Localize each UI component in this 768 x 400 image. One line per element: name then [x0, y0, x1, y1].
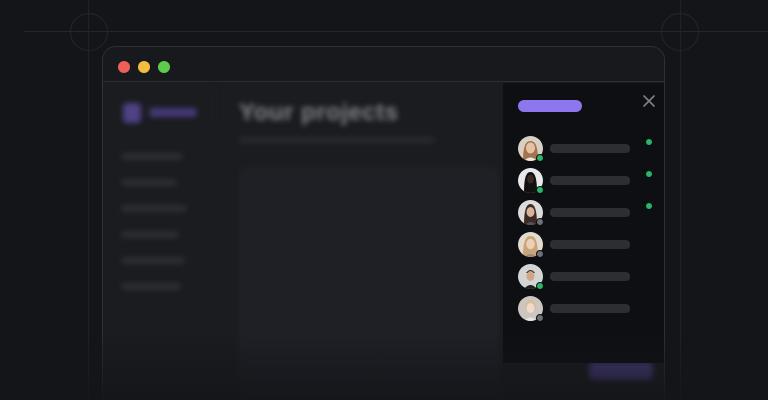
user-name	[550, 176, 630, 185]
bottom-fade	[0, 330, 768, 400]
sidebar-item	[121, 153, 183, 160]
stage: Your projects	[0, 0, 768, 400]
window-titlebar	[103, 47, 664, 82]
window-maximize-button[interactable]	[158, 61, 170, 73]
online-status-indicator	[536, 154, 544, 162]
logo-icon	[123, 103, 141, 123]
page-subtitle	[239, 137, 435, 143]
guide-circle-left	[70, 13, 108, 51]
sidebar-item	[121, 257, 185, 264]
online-status-indicator	[536, 282, 544, 290]
window-close-button[interactable]	[118, 61, 130, 73]
presence-indicator	[646, 203, 652, 209]
users-panel-title	[518, 100, 582, 112]
users-panel	[503, 83, 664, 363]
offline-status-indicator	[536, 250, 544, 258]
presence-indicator	[646, 171, 652, 177]
user-row[interactable]	[518, 264, 658, 290]
online-status-indicator	[536, 186, 544, 194]
offline-status-indicator	[536, 218, 544, 226]
user-row[interactable]	[518, 168, 658, 194]
user-row[interactable]	[518, 200, 658, 226]
logo-wordmark	[149, 108, 197, 117]
user-row[interactable]	[518, 136, 658, 162]
user-name	[550, 272, 630, 281]
sidebar-item	[121, 205, 187, 212]
presence-indicator	[646, 139, 652, 145]
user-name	[550, 144, 630, 153]
guide-circle-right	[661, 13, 699, 51]
sidebar-item	[121, 231, 179, 238]
guide-line-horizontal	[24, 31, 768, 32]
user-name	[550, 240, 630, 249]
user-row[interactable]	[518, 232, 658, 258]
sidebar-item	[121, 283, 181, 290]
user-name	[550, 304, 630, 313]
user-row[interactable]	[518, 296, 658, 322]
window-minimize-button[interactable]	[138, 61, 150, 73]
close-icon[interactable]	[640, 92, 658, 110]
sidebar-item	[121, 179, 177, 186]
page-title: Your projects	[239, 99, 399, 126]
user-name	[550, 208, 630, 217]
offline-status-indicator	[536, 314, 544, 322]
